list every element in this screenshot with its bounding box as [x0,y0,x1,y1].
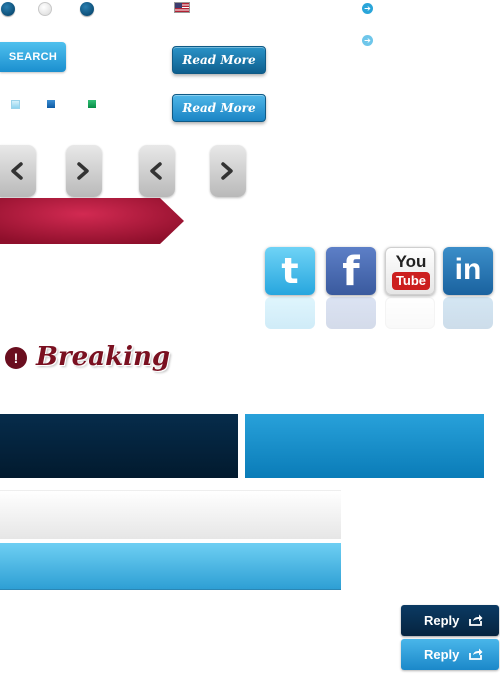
twitter-icon[interactable]: t [265,247,315,295]
reply-label: Reply [424,647,460,662]
sky-blue-bar [0,543,341,590]
radio-selected-dot[interactable] [1,2,15,16]
facebook-reflection [326,297,376,329]
next-arrow-button[interactable] [66,145,102,197]
crimson-ribbon-banner [0,198,184,244]
color-swatch-green[interactable] [88,100,96,108]
chevron-left-icon [11,162,23,180]
search-button[interactable]: SEARCH [0,42,66,72]
youtube-icon[interactable]: You Tube [385,247,435,295]
arrow-right-circle-light-icon[interactable]: ➔ [362,35,373,46]
prev-arrow-button[interactable] [0,145,36,197]
alert-icon: ! [5,347,27,369]
share-icon [469,648,483,660]
next-arrow-button-2[interactable] [210,145,246,197]
reply-button-dark[interactable]: Reply [401,605,499,636]
us-flag-icon[interactable] [174,2,190,13]
twitter-reflection [265,297,315,329]
reply-label: Reply [424,613,460,628]
color-swatch-light-blue[interactable] [11,100,20,109]
prev-arrow-button-2[interactable] [139,145,175,197]
chevron-right-icon [221,162,233,180]
breaking-label: Breaking [36,342,171,372]
color-swatch-blue[interactable] [47,100,55,108]
arrow-right-circle-icon[interactable]: ➔ [362,3,373,14]
dark-navy-panel [0,414,238,478]
linkedin-reflection [443,297,493,329]
radio-selected-dot-2[interactable] [80,2,94,16]
share-icon [469,614,483,626]
radio-unselected-dot[interactable] [38,2,52,16]
linkedin-icon[interactable]: in [443,247,493,295]
blue-panel [245,414,484,478]
facebook-icon[interactable]: f [326,247,376,295]
youtube-reflection [385,297,435,329]
read-more-button-light[interactable]: Read More [172,94,266,122]
chevron-left-icon [150,162,162,180]
reply-button-blue[interactable]: Reply [401,639,499,670]
read-more-button-dark[interactable]: Read More [172,46,266,74]
chevron-right-icon [77,162,89,180]
white-gradient-bar [0,490,341,539]
